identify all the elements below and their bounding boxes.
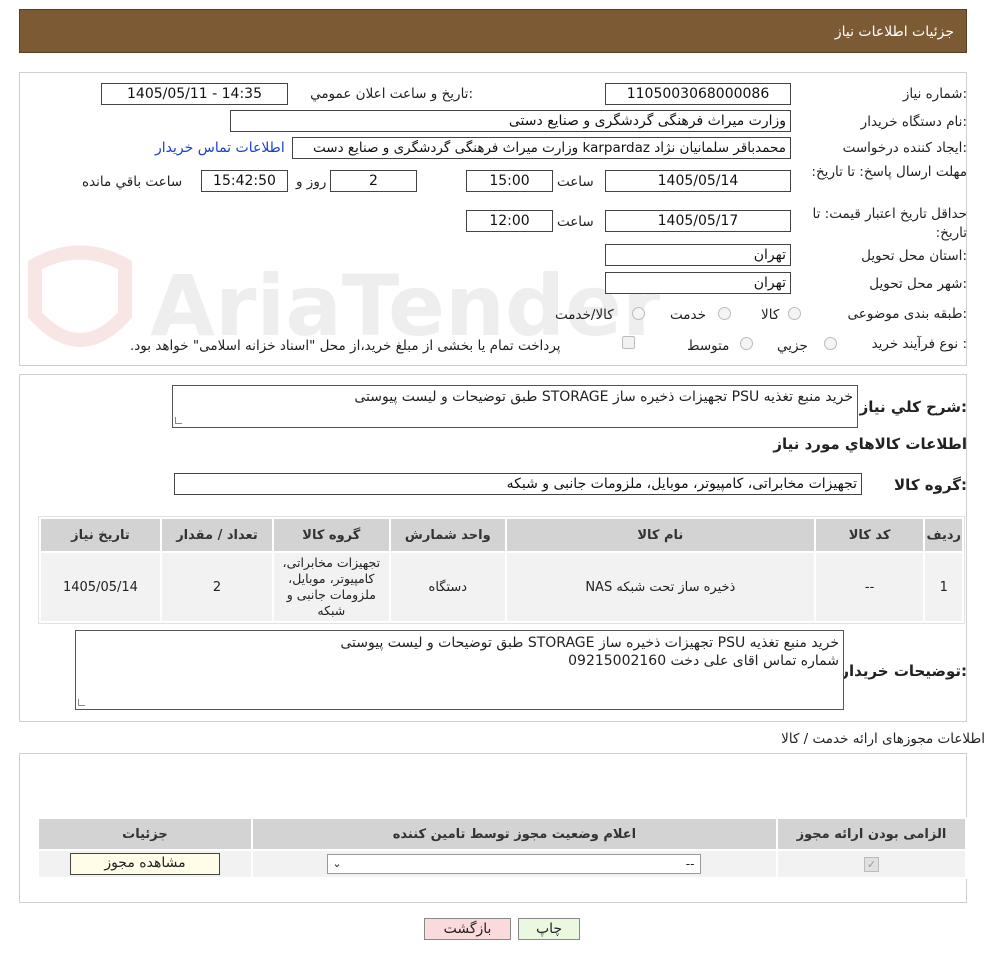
- permit-required-checkbox[interactable]: ✓: [863, 856, 879, 872]
- page-title: جزئیات اطلاعات نیاز: [834, 24, 954, 40]
- need-number-label: شماره نیاز:: [902, 86, 967, 102]
- buyer-org-field[interactable]: وزارت میراث فرهنگی گردشگری و صنایع دستی: [230, 110, 791, 132]
- col-header-index: رديف: [923, 517, 964, 553]
- days-label: روز و: [296, 174, 327, 190]
- days-field[interactable]: 2: [330, 170, 417, 192]
- col-header-name: نام کالا: [504, 517, 816, 553]
- deadline-date-field[interactable]: 1405/05/14: [605, 170, 791, 192]
- permits-table: الزامی بودن ارائه مجوز اعلام وضعیت مجوز …: [37, 817, 968, 879]
- cell-qty: 2: [159, 551, 275, 623]
- deadline-time-label: ساعت: [557, 174, 594, 190]
- validity-date-field[interactable]: 1405/05/17: [605, 210, 791, 232]
- summary-textarea[interactable]: خرید منبع تغذیه PSU تجهیزات ذخیره ساز ST…: [172, 385, 858, 428]
- announce-label: تاریخ و ساعت اعلان عمومي:: [310, 86, 473, 102]
- province-field[interactable]: تهران: [605, 244, 791, 266]
- buyer-notes-line-1: خرید منبع تغذیه PSU تجهیزات ذخیره ساز ST…: [340, 635, 839, 651]
- buyer-org-label: نام دستگاه خريدار:: [860, 114, 967, 130]
- permit-status-select[interactable]: -- ⌄: [327, 854, 702, 874]
- print-button[interactable]: چاپ: [518, 918, 580, 940]
- goods-group-field[interactable]: تجهیزات مخابراتی، کامپیوتر، موبایل، ملزو…: [174, 473, 862, 495]
- col-header-code: کد کالا: [813, 517, 926, 553]
- city-field[interactable]: تهران: [605, 272, 791, 294]
- validity-time-label: ساعت: [557, 214, 594, 230]
- treasury-payment-note: پرداخت تمام يا بخشی از مبلغ خريد،از محل …: [130, 338, 561, 354]
- col-header-qty: تعداد / مقدار: [159, 517, 275, 553]
- goods-group-label: گروه کالا:: [894, 476, 967, 494]
- buyer-notes-textarea[interactable]: خرید منبع تغذیه PSU تجهیزات ذخیره ساز ST…: [75, 630, 844, 710]
- col-header-date: تاریخ نیاز: [39, 517, 162, 553]
- permit-status-value: --: [685, 857, 695, 871]
- announce-field[interactable]: 1405/05/11 - 14:35: [101, 83, 288, 105]
- process-option-medium-label: متوسط: [687, 338, 730, 354]
- permit-required-cell: ✓: [775, 849, 968, 879]
- category-goods-radio[interactable]: [788, 307, 801, 320]
- category-label: طبقه بندی موضوعی:: [847, 306, 967, 322]
- goods-table-header: رديف کد کالا نام کالا واحد شمارش گروه کا…: [39, 517, 964, 553]
- remaining-label: ساعت باقي مانده: [82, 174, 183, 190]
- category-option-service-label: خدمت: [670, 307, 706, 323]
- permits-table-wrapper: الزامی بودن ارائه مجوز اعلام وضعیت مجوز …: [37, 817, 968, 879]
- process-label: نوع فرآيند خريد :: [871, 336, 967, 352]
- cell-index: 1: [923, 551, 964, 623]
- buyer-notes-label: توضیحات خريدار:: [840, 662, 967, 680]
- buyer-notes-line-2: شماره تماس اقای علی دخت 09215002160: [568, 653, 839, 669]
- permit-col-details: جزئیات: [37, 817, 253, 851]
- summary-text: خرید منبع تغذیه PSU تجهیزات ذخیره ساز ST…: [354, 389, 853, 405]
- summary-label: شرح کلي نياز:: [859, 398, 967, 416]
- deadline-label: مهلت ارسال پاسخ: تا تاریخ:: [811, 164, 967, 180]
- permit-col-required: الزامی بودن ارائه مجوز: [775, 817, 968, 851]
- cell-group: تجهیزات مخابراتی، کامپیوتر، موبایل، ملزو…: [272, 551, 391, 623]
- permits-title: اطلاعات مجوزهای ارائه خدمت / کالا: [781, 731, 985, 747]
- category-service-radio[interactable]: [718, 307, 731, 320]
- cell-code: --: [813, 551, 926, 623]
- table-row[interactable]: 1 -- ذخیره ساز تحت شبکه NAS دستگاه تجهیز…: [39, 551, 964, 623]
- col-header-group: گروه کالا: [272, 517, 391, 553]
- requester-label: ايجاد کننده درخواست:: [842, 140, 967, 156]
- view-permit-button[interactable]: مشاهده مجوز: [69, 853, 220, 875]
- permit-row: ✓ -- ⌄ مشاهده مجوز: [37, 849, 968, 879]
- col-header-unit: واحد شمارش: [388, 517, 507, 553]
- resize-grip-icon[interactable]: [175, 417, 182, 424]
- process-medium-radio[interactable]: [740, 337, 753, 350]
- contact-buyer-link[interactable]: اطلاعات تماس خريدار: [155, 140, 285, 156]
- goods-table-wrapper: رديف کد کالا نام کالا واحد شمارش گروه کا…: [38, 516, 965, 624]
- deadline-time-field[interactable]: 15:00: [466, 170, 553, 192]
- permit-details-cell: مشاهده مجوز: [37, 849, 253, 879]
- permit-col-status: اعلام وضعیت مجوز توسط تامین کننده: [250, 817, 778, 851]
- resize-grip-icon[interactable]: [78, 699, 85, 706]
- category-option-both-label: کالا/خدمت: [555, 307, 614, 323]
- requester-field[interactable]: محمدباقر سلمانیان نژاد karpardaz وزارت م…: [292, 137, 791, 159]
- need-number-field[interactable]: 1105003068000086: [605, 83, 791, 105]
- back-button[interactable]: بازگشت: [424, 918, 511, 940]
- cell-unit: دستگاه: [388, 551, 507, 623]
- goods-info-title: اطلاعات کالاهاي مورد نياز: [773, 435, 967, 453]
- process-option-minor-label: جزيي: [777, 338, 808, 354]
- process-minor-radio[interactable]: [824, 337, 837, 350]
- cell-name: ذخیره ساز تحت شبکه NAS: [504, 551, 816, 623]
- province-label: استان محل تحويل:: [861, 248, 967, 264]
- validity-time-field[interactable]: 12:00: [466, 210, 553, 232]
- permit-status-cell: -- ⌄: [250, 849, 778, 879]
- goods-table: رديف کد کالا نام کالا واحد شمارش گروه کا…: [39, 517, 964, 623]
- cell-date: 1405/05/14: [39, 551, 162, 623]
- page-header: جزئیات اطلاعات نیاز: [19, 9, 967, 53]
- validity-label: حداقل تاريخ اعتبار قيمت: تا تاریخ:: [812, 206, 967, 241]
- remaining-time-field[interactable]: 15:42:50: [201, 170, 288, 192]
- category-option-goods-label: کالا: [761, 307, 780, 323]
- watermark-logo: AriaTender.neT: [28, 245, 660, 355]
- chevron-down-icon: ⌄: [332, 857, 342, 870]
- city-label: شهر محل تحويل:: [869, 276, 967, 292]
- category-both-radio[interactable]: [632, 307, 645, 320]
- treasury-payment-checkbox[interactable]: [622, 336, 635, 349]
- permits-table-header: الزامی بودن ارائه مجوز اعلام وضعیت مجوز …: [37, 817, 968, 851]
